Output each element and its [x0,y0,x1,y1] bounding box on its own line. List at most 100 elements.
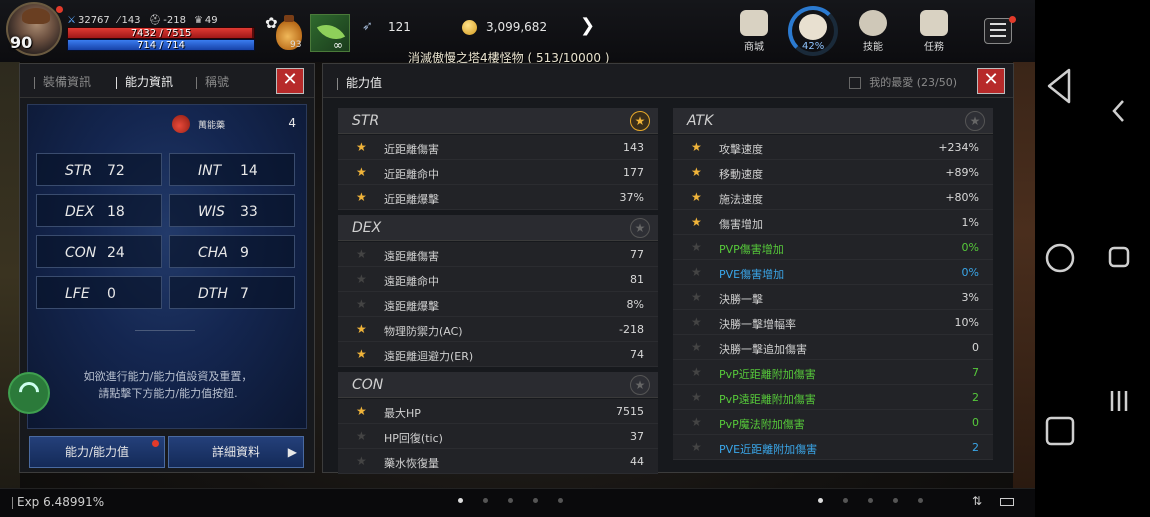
home-square-icon[interactable] [1107,245,1131,269]
stat-label: PvP近距離附加傷害 [719,368,816,381]
close-stats-panel-button[interactable]: ✕ [977,68,1005,94]
row-star-icon[interactable]: ★ [691,365,702,379]
stat-row: ★ 攻擊速度 +234% [673,135,993,160]
row-star-icon[interactable]: ★ [691,215,702,229]
row-star-icon[interactable]: ★ [356,140,367,154]
overview-square-icon[interactable] [1044,415,1076,447]
favorite-star-icon[interactable]: ★ [965,111,985,131]
row-star-icon[interactable]: ★ [691,240,702,254]
row-star-icon[interactable]: ★ [356,247,367,261]
stat-int: INT 14 [169,153,295,186]
stat-label: 近距離爆擊 [384,193,439,206]
recents-icon[interactable] [1107,388,1131,414]
stat-row: ★ 傷害增加 1% [673,210,993,235]
favorites-toggle[interactable]: 我的最愛 (23/50) [849,74,957,90]
stat-label: 決勝一擊增幅率 [719,318,796,331]
stat-value: 8% [626,298,644,311]
helmet-icon: ⛑ [148,15,162,26]
close-left-panel-button[interactable]: ✕ [276,68,304,94]
detail-button[interactable]: 詳細資料 ▶ [168,436,304,468]
stat-value: +89% [945,166,979,179]
stat-label: PVE近距離附加傷害 [719,443,818,456]
stat-value: 74 [630,348,644,361]
row-star-icon[interactable]: ★ [691,315,702,329]
shop-button[interactable]: 商城 [734,10,774,53]
favorite-star-icon[interactable]: ★ [630,218,650,238]
stat-row: ★ PVE傷害增加 0% [673,260,993,285]
row-star-icon[interactable]: ★ [691,140,702,154]
stat-cha: CHA 9 [169,235,295,268]
stat-row: ★ 決勝一擊 3% [673,285,993,310]
stat-label: 物理防禦力(AC) [384,325,463,338]
section-title: ATK [687,113,714,129]
skill-button[interactable]: 技能 [853,10,893,53]
top-hud: 90 ⚔ 32767 ⁄ 143 ⛑ -218 ♛ 49 7432 / 7515 714… [0,0,1035,65]
stat-label: 遠距離爆擊 [384,300,439,313]
row-star-icon[interactable]: ★ [356,322,367,336]
stat-value: +80% [945,191,979,204]
stat-label: PvP遠距離附加傷害 [719,393,816,406]
stat-dth: DTH 7 [169,276,295,309]
leaf-buff-icon[interactable] [310,14,350,52]
ability-button[interactable]: 能力/能力值 [29,436,165,468]
stat-value: 2 [972,391,979,404]
back-chevron-icon[interactable] [1109,98,1129,124]
row-star-icon[interactable]: ★ [356,347,367,361]
row-star-icon[interactable]: ★ [356,454,367,468]
wing-count: 121 [388,20,411,34]
stat-row: ★ 最大HP 7515 [338,399,658,424]
section-title: STR [352,113,380,129]
stat-value: 44 [630,455,644,468]
stat-row: ★ PVP傷害增加 0% [673,235,993,260]
wing-icon: ➶ [362,19,373,34]
stat-value: 77 [630,248,644,261]
row-star-icon[interactable]: ★ [691,440,702,454]
row-star-icon[interactable]: ★ [356,429,367,443]
section-header-str: STR ★ [338,108,658,134]
row-star-icon[interactable]: ★ [691,415,702,429]
row-star-icon[interactable]: ★ [691,165,702,179]
row-star-icon[interactable]: ★ [691,290,702,304]
stat-row: ★ 物理防禦力(AC) -218 [338,317,658,342]
stats-panel-title: 能力值 [337,74,382,91]
stat-value: 0 [972,341,979,354]
ability-info-body: 萬能藥 4 STR 72 INT 14 DEX 18 WIS 33 CON 24 CHA 9… [27,104,307,429]
exp-display: Exp 6.48991% [12,495,104,509]
divider [135,330,195,331]
row-star-icon[interactable]: ★ [691,190,702,204]
section-title: CON [352,377,384,393]
back-triangle-icon[interactable] [1045,66,1075,106]
row-star-icon[interactable]: ★ [356,272,367,286]
stat-dex: DEX 18 [36,194,162,227]
row-star-icon[interactable]: ★ [691,340,702,354]
favorite-star-icon[interactable]: ★ [630,111,650,131]
stat-row: ★ 近距離爆擊 37% [338,185,658,210]
row-star-icon[interactable]: ★ [356,297,367,311]
home-circle-icon[interactable] [1044,242,1076,274]
row-star-icon[interactable]: ★ [356,404,367,418]
tab-ability[interactable]: 能力資訊 [116,73,173,90]
expand-arrow-icon[interactable]: ❯ [580,15,595,36]
row-star-icon[interactable]: ★ [691,265,702,279]
stat-lfe: LFE 0 [36,276,162,309]
stat-value: 7 [972,366,979,379]
background-scene-left [0,60,20,490]
favorite-star-icon[interactable]: ★ [630,375,650,395]
stat-value-4: 49 [204,15,218,26]
tab-equipment[interactable]: 裝備資訊 [34,73,91,90]
android-nav-bar [1035,0,1150,517]
menu-button[interactable] [984,18,1012,44]
wifi-float-icon[interactable] [8,372,50,414]
row-star-icon[interactable]: ★ [691,390,702,404]
stat-row: ★ 決勝一擊追加傷害 0 [673,335,993,360]
row-star-icon[interactable]: ★ [356,190,367,204]
stat-label: HP回復(tic) [384,432,443,445]
stat-label: 近距離命中 [384,168,439,181]
quest-button[interactable]: 任務 [914,10,954,53]
gold-amount: 3,099,682 [486,20,548,34]
row-star-icon[interactable]: ★ [356,165,367,179]
page-dots-right [818,498,923,503]
favorites-checkbox[interactable] [849,77,862,89]
hint-text: 如欲進行能力/能力值設資及重置， 請點擊下方能力/能力值按鈕. [83,370,253,400]
tab-title[interactable]: 稱號 [196,73,229,90]
